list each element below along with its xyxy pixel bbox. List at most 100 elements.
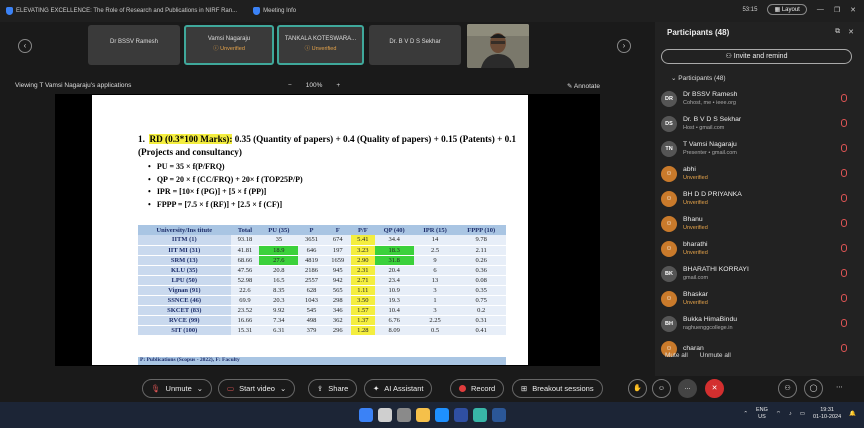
windows-start-icon[interactable] — [358, 408, 373, 422]
participants-list: DR Dr BSSV Ramesh Cohost, me • ieee.org DS D… — [661, 86, 859, 361]
meeting-info-tab[interactable]: Meeting Info — [253, 7, 296, 15]
unmute-button[interactable]: 🎙 Unmute ⌄ — [142, 379, 213, 398]
layout-button[interactable]: ▦ Layout — [767, 4, 807, 15]
mic-muted-icon — [841, 319, 847, 327]
end-meeting-button[interactable]: ✕ — [705, 379, 724, 398]
task-view-icon[interactable] — [396, 408, 411, 422]
table-cell: 0.26 — [456, 255, 506, 266]
annotate-button[interactable]: ✎ Annotate — [567, 82, 600, 90]
video-tile-ramesh[interactable]: Dr BSSV Ramesh — [88, 25, 180, 65]
zoom-in-button[interactable]: + — [336, 82, 340, 89]
table-cell: 628 — [298, 285, 325, 296]
language-indicator[interactable]: ENG US — [756, 407, 768, 421]
ai-assistant-button[interactable]: ✦ AI Assistant — [364, 379, 433, 398]
institute-cell: RVCE (99) — [138, 315, 231, 326]
zoom-controls: − 100% + — [288, 82, 340, 89]
wifi-icon[interactable]: ⌔ — [776, 411, 781, 418]
mic-muted-icon — [841, 219, 847, 227]
webex-taskbar-icon[interactable] — [472, 408, 487, 422]
table-cell: 1.11 — [350, 285, 375, 296]
file-explorer-icon[interactable] — [415, 408, 430, 422]
maximize-button[interactable]: ❐ — [834, 6, 840, 14]
participant-name: Bukka HimaBindu — [683, 315, 738, 323]
start-video-button[interactable]: ▭ Start video ⌄ — [218, 379, 296, 398]
chat-toggle-button[interactable]: ◯ — [804, 379, 823, 398]
end-icon: ✕ — [711, 385, 718, 392]
participant-name: Dr. B V D S Sekhar — [683, 115, 742, 123]
camera-video-tile[interactable] — [467, 24, 529, 68]
window-tab[interactable]: ELEVATING EXCELLENCE: The Role of Resear… — [6, 7, 237, 15]
participant-row[interactable]: TN T Vamsi Nagaraju Presenter • gmail.com — [661, 136, 859, 161]
table-cell: 52.98 — [230, 275, 260, 286]
video-tile-tankala[interactable]: TANKALA KOTESWARA... ⓘ Unverified — [277, 25, 364, 65]
reactions-button[interactable]: ☺ — [652, 379, 671, 398]
popout-icon[interactable]: ⧉ — [835, 28, 840, 36]
table-cell: 3 — [413, 285, 457, 296]
close-panel-icon[interactable]: ✕ — [848, 28, 854, 36]
participant-row[interactable]: BH Bukka HimaBindu raghuenggcollege.in — [661, 311, 859, 336]
close-button[interactable]: ✕ — [850, 6, 856, 14]
table-cell: 9.92 — [259, 305, 299, 316]
table-cell: 545 — [298, 305, 325, 316]
battery-icon[interactable]: ▭ — [800, 411, 805, 418]
table-cell: 6 — [413, 265, 457, 276]
word-icon[interactable] — [491, 408, 506, 422]
participants-section-header[interactable]: ⌄ Participants (48) — [671, 74, 726, 82]
participant-row[interactable]: BK BHARATHI KORRAYI gmail.com — [661, 261, 859, 286]
participant-row[interactable]: ⚇ BH D D PRIYANKA Unverified — [661, 186, 859, 211]
table-cell: 1043 — [298, 295, 325, 306]
table-cell: 18.9 — [259, 245, 299, 256]
raise-hand-button[interactable]: ✋ — [628, 379, 647, 398]
table-header-cell: Total — [230, 225, 260, 235]
more-panels-button[interactable]: ⋯ — [830, 379, 849, 398]
participant-name: Dr BSSV Ramesh — [683, 90, 738, 98]
formula-item: QP = 20 × f (CC/FRQ) + 20× f (TOP25P/P) — [148, 174, 303, 187]
table-cell: 0.08 — [456, 275, 506, 286]
participant-name: Bhanu — [683, 215, 703, 223]
participant-row[interactable]: DS Dr. B V D S Sekhar Host • gmail.com — [661, 111, 859, 136]
shield-icon — [253, 7, 261, 15]
participant-row[interactable]: ⚇ Bhaskar Unverified — [661, 286, 859, 311]
search-icon[interactable] — [377, 408, 392, 422]
strip-prev-button[interactable]: ‹ — [18, 39, 32, 53]
participant-row[interactable]: ⚇ Bhanu Unverified — [661, 211, 859, 236]
institute-cell: KLU (35) — [138, 265, 231, 276]
table-cell: 3 — [413, 305, 457, 316]
share-button[interactable]: ⇪ Share — [308, 379, 358, 398]
ellipsis-icon: ⋯ — [836, 384, 843, 391]
strip-next-button[interactable]: › — [617, 39, 631, 53]
table-body: IITM (1) 93.18 35 3651 674 5.41 34.4 14 9.78 IIT … — [138, 235, 506, 336]
store-icon[interactable] — [453, 408, 468, 422]
participants-toggle-button[interactable]: ⚇ — [778, 379, 797, 398]
unmute-all-button[interactable]: Unmute all — [700, 352, 731, 359]
table-cell: 565 — [324, 285, 351, 296]
mic-muted-icon — [841, 294, 847, 302]
tile-name: TANKALA KOTESWARA... — [284, 36, 357, 42]
clock[interactable]: 19:31 01-10-2024 — [813, 407, 841, 421]
share-icon: ⇪ — [317, 384, 324, 393]
participant-row[interactable]: DR Dr BSSV Ramesh Cohost, me • ieee.org — [661, 86, 859, 111]
breakout-button[interactable]: ⊞ Breakout sessions — [512, 379, 603, 398]
participant-row[interactable]: ⚇ abhi Unverified — [661, 161, 859, 186]
edge-browser-icon[interactable] — [434, 408, 449, 422]
record-button[interactable]: Record — [450, 379, 505, 398]
minimize-button[interactable]: — — [817, 6, 824, 13]
table-row: IITM (1) 93.18 35 3651 674 5.41 34.4 14 9.78 — [138, 235, 506, 246]
zoom-out-button[interactable]: − — [288, 82, 292, 89]
slide-heading: 1. RD (0.3*100 Marks): 0.35 (Quantity of… — [138, 133, 520, 159]
notification-bell-icon[interactable]: 🔔 — [849, 411, 856, 418]
table-cell: 1.28 — [350, 325, 375, 336]
video-tile-sekhar[interactable]: Dr. B V D S Sekhar — [369, 25, 461, 65]
mic-muted-icon — [841, 269, 847, 277]
table-cell: 296 — [324, 325, 351, 336]
more-options-button[interactable]: ... — [678, 379, 697, 398]
participant-name: abhi — [683, 165, 696, 173]
chevron-up-icon[interactable]: ⌃ — [743, 411, 748, 418]
participant-row[interactable]: ⚇ bharathi Unverified — [661, 236, 859, 261]
share-view-bar: Viewing T Vamsi Nagaraju's applications … — [0, 78, 655, 94]
speaker-icon[interactable]: ♪ — [789, 411, 792, 418]
mute-all-button[interactable]: Mute all — [665, 352, 688, 359]
video-tile-vamsi[interactable]: Vamsi Nagaraju ⓘ Unverified — [184, 25, 274, 65]
participant-name: Bhaskar — [683, 290, 708, 298]
invite-remind-button[interactable]: ⚇ Invite and remind — [661, 49, 852, 64]
